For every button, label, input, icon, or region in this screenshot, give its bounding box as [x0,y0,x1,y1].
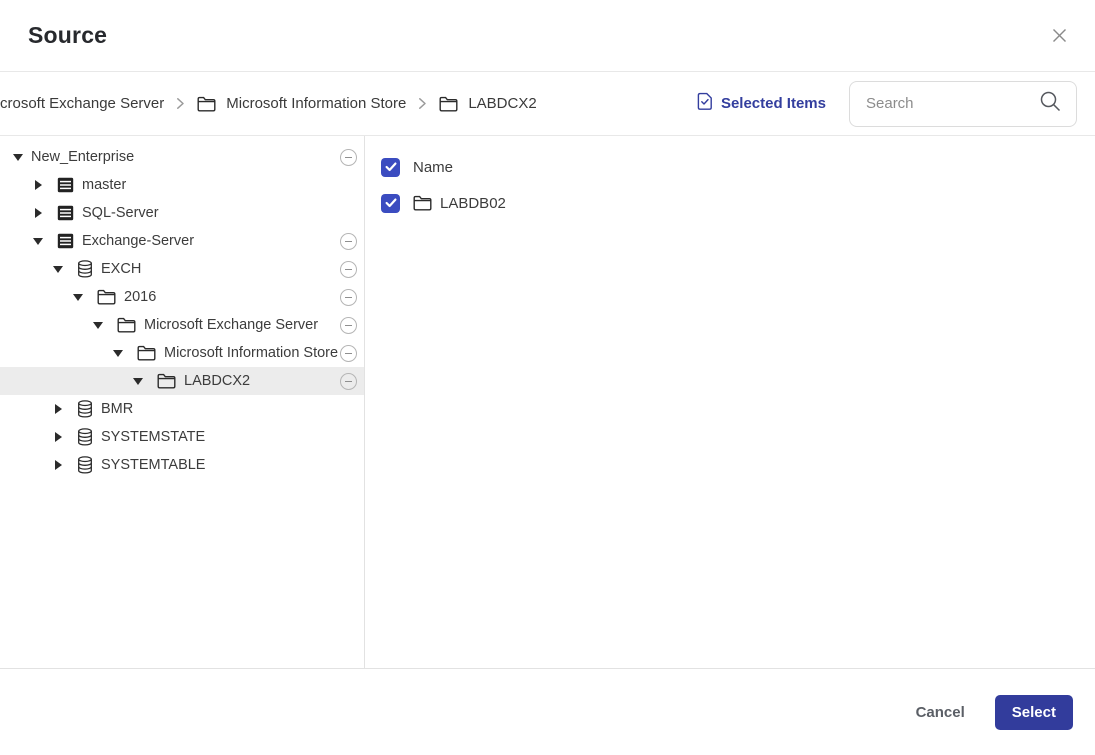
folder-icon [439,96,458,112]
server-icon [57,233,74,249]
tree-item-2016[interactable]: 2016 [0,283,364,311]
content-header-row: Name [381,149,1079,185]
tree-item-microsoft-information-store[interactable]: Microsoft Information Store [0,339,364,367]
database-icon [77,400,93,418]
breadcrumb-item-labdcx2[interactable]: LABDCX2 [439,95,537,112]
collapse-expander-icon[interactable] [73,293,83,301]
folder-icon [197,96,216,112]
expand-expander-icon[interactable] [33,208,43,218]
remove-icon[interactable] [340,316,357,334]
tree-item-exch[interactable]: EXCH [0,255,364,283]
select-all-checkbox[interactable] [381,157,400,177]
breadcrumb-item-information-store[interactable]: Microsoft Information Store [197,95,406,112]
breadcrumb-label: Microsoft Information Store [226,95,407,112]
collapse-expander-icon[interactable] [93,321,103,329]
folder-icon [137,345,156,361]
remove-icon[interactable] [340,372,357,390]
collapse-expander-icon[interactable] [133,377,143,385]
tree-item-sql-server[interactable]: SQL-Server [0,199,364,227]
dialog-footer: Cancel Select [0,668,1095,755]
database-icon [77,260,93,278]
tree-item-labdcx2[interactable]: LABDCX2 [0,367,364,395]
tree-item-label: SYSTEMSTATE [101,429,206,445]
search-icon[interactable] [1039,90,1062,118]
collapse-expander-icon[interactable] [13,153,23,161]
collapse-expander-icon[interactable] [113,349,123,357]
row-checkbox[interactable] [381,193,400,213]
tree-item-label: EXCH [101,261,142,277]
tree-item-label: SYSTEMTABLE [101,457,206,473]
tree-item-label: SQL-Server [82,205,159,221]
folder-icon [413,195,432,211]
content-list: LABDB02 [381,185,1079,221]
database-icon [77,456,93,474]
cancel-button[interactable]: Cancel [916,704,965,721]
collapse-expander-icon[interactable] [33,237,43,245]
tree-item-label: New_Enterprise [31,149,135,165]
tree-panel: New_Enterprisemaster SQL-Server Exchange-S… [0,136,365,668]
folder-icon [157,373,176,389]
tree-item-label: Microsoft Information Store [164,345,339,361]
content-row-labdb02: LABDB02 [381,185,1079,221]
name-column-header: Name [413,158,454,176]
close-icon[interactable] [1047,24,1071,48]
remove-icon[interactable] [340,288,357,306]
tree-item-label: LABDCX2 [184,373,251,389]
database-icon [77,428,93,446]
tree-item-systemtable[interactable]: SYSTEMTABLE [0,451,364,479]
tree-item-new-enterprise[interactable]: New_Enterprise [0,143,364,171]
collapse-expander-icon[interactable] [53,265,63,273]
server-icon [57,205,74,221]
dialog-header: Source [0,0,1095,72]
tree-item-master[interactable]: master [0,171,364,199]
select-button[interactable]: Select [994,694,1073,730]
remove-icon[interactable] [340,344,357,362]
selected-items-label: Selected Items [720,95,826,112]
folder-icon [117,317,136,333]
tree-item-label: Exchange-Server [82,233,195,249]
document-check-icon [697,92,713,115]
remove-icon[interactable] [340,148,357,166]
breadcrumb: crosoft Exchange Server Microsoft Inform… [0,95,697,112]
breadcrumb-label: LABDCX2 [468,95,537,112]
server-icon [57,177,74,193]
chevron-right-icon [418,97,427,110]
tree-item-exchange-server[interactable]: Exchange-Server [0,227,364,255]
tree-item-label: master [82,177,127,193]
dialog-body: New_Enterprisemaster SQL-Server Exchange-S… [0,136,1095,668]
tree-item-systemstate[interactable]: SYSTEMSTATE [0,423,364,451]
tree-item-bmr[interactable]: BMR [0,395,364,423]
folder-icon [97,289,116,305]
toolbar: crosoft Exchange Server Microsoft Inform… [0,72,1095,136]
expand-expander-icon[interactable] [53,404,63,414]
chevron-right-icon [176,97,185,110]
toolbar-right: Selected Items [697,80,1077,127]
tree-item-microsoft-exchange-server[interactable]: Microsoft Exchange Server [0,311,364,339]
breadcrumb-item-exchange-server[interactable]: crosoft Exchange Server [0,95,164,112]
expand-expander-icon[interactable] [53,460,63,470]
selected-items-button[interactable]: Selected Items [697,92,826,115]
content-panel: Name LABDB02 [365,136,1095,668]
content-row-label: LABDB02 [440,194,506,212]
breadcrumb-label: crosoft Exchange Server [0,95,165,112]
dialog-title: Source [28,22,108,48]
search-input[interactable] [866,95,1039,112]
expand-expander-icon[interactable] [53,432,63,442]
expand-expander-icon[interactable] [33,180,43,190]
tree-item-label: BMR [101,401,134,417]
tree-item-label: Microsoft Exchange Server [144,317,319,333]
tree-item-label: 2016 [124,289,157,305]
remove-icon[interactable] [340,260,357,278]
search-box [849,80,1077,127]
remove-icon[interactable] [340,232,357,250]
